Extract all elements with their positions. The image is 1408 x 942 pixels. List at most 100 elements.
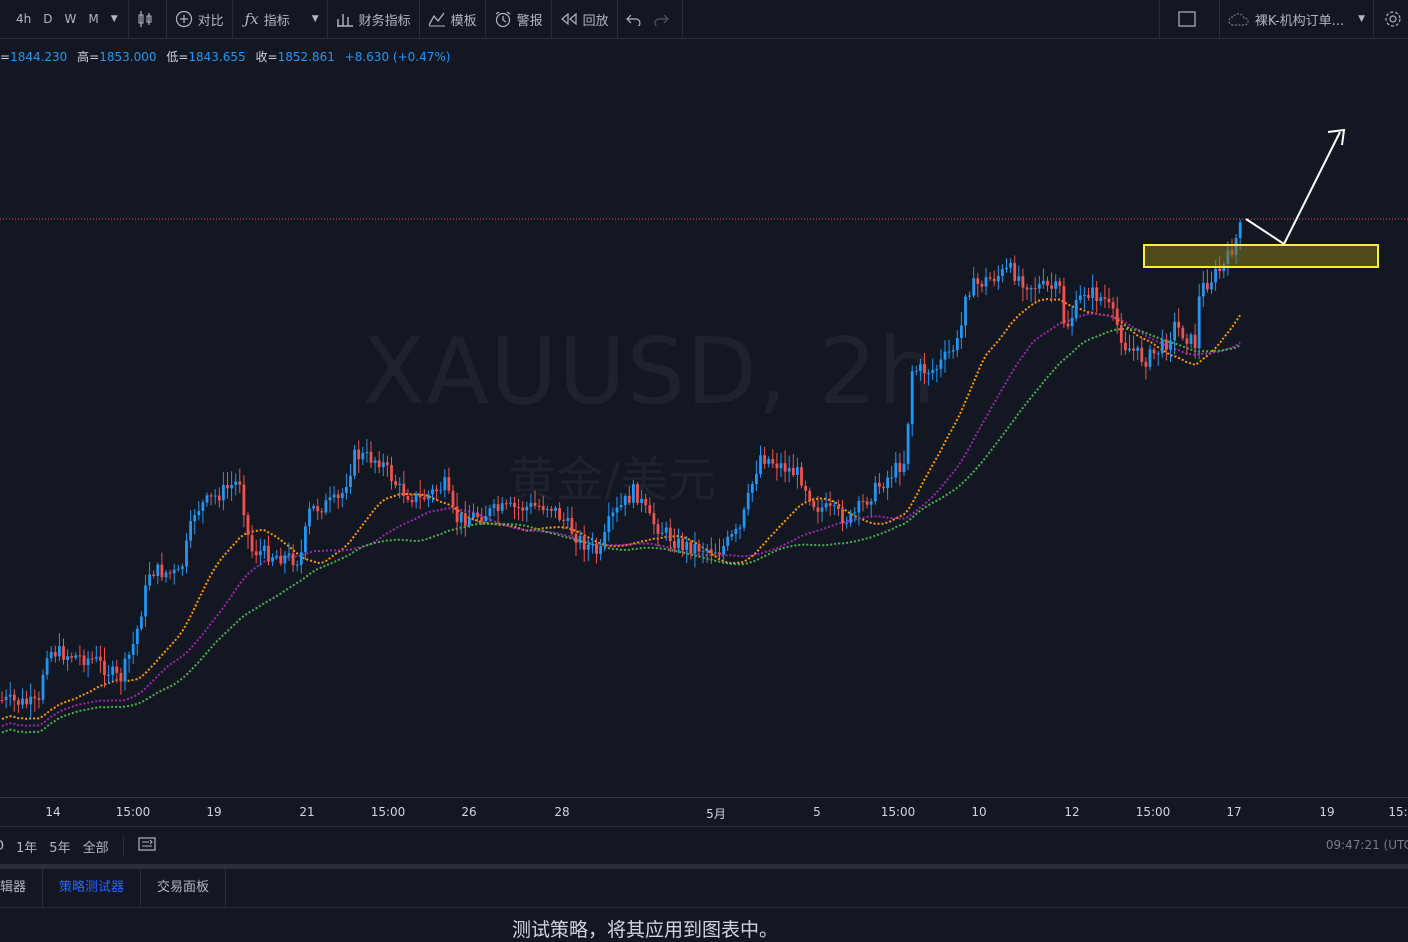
candle	[107, 665, 110, 684]
candle	[545, 505, 549, 518]
candle	[1033, 277, 1037, 302]
candle	[345, 473, 348, 500]
alert-button[interactable]: 警报	[486, 0, 551, 38]
range-all[interactable]: 全部	[83, 837, 109, 856]
candle	[927, 369, 930, 386]
candle	[529, 493, 533, 514]
candle	[898, 453, 902, 486]
tab-pine-editor[interactable]: 辑器	[0, 869, 44, 907]
candle	[857, 496, 861, 526]
candle	[1132, 335, 1135, 361]
candle	[878, 473, 881, 495]
settings-button[interactable]	[1374, 0, 1408, 38]
candle	[841, 500, 844, 532]
candle	[935, 364, 939, 383]
range-d[interactable]: D	[0, 839, 4, 854]
candle	[168, 569, 172, 580]
candle	[902, 450, 906, 477]
candle	[1144, 357, 1148, 380]
candle	[82, 649, 86, 673]
candle	[771, 449, 775, 468]
candle	[808, 487, 812, 506]
undo-button[interactable]	[618, 0, 682, 38]
candle	[861, 494, 865, 512]
timeframe-d[interactable]: D	[37, 12, 58, 26]
compare-button[interactable]: 对比	[167, 0, 232, 38]
candle	[230, 471, 233, 501]
templates-button[interactable]: 模板	[420, 0, 485, 38]
candle	[886, 470, 889, 500]
range-1y[interactable]: 1年	[16, 837, 37, 856]
candle	[1140, 338, 1144, 367]
candle	[99, 645, 102, 673]
candle	[566, 506, 570, 529]
timeframe-4h[interactable]: 4h	[0, 12, 37, 26]
tab-trading-panel[interactable]: 交易面板	[141, 869, 227, 907]
chevron-down-icon[interactable]: ▼	[1358, 14, 1365, 24]
candle	[213, 489, 217, 505]
tab-strategy-tester[interactable]: 策略测试器	[43, 869, 142, 907]
highlight-zone[interactable]	[1143, 244, 1379, 268]
candle	[427, 490, 430, 508]
time-axis[interactable]: 14 15:00 19 21 15:00 26 28 5月 5 15:00 10…	[0, 797, 1408, 826]
candle	[787, 455, 791, 483]
ma-slow-line	[1, 328, 1241, 734]
candle	[951, 345, 955, 359]
time-tick: 10	[971, 805, 987, 819]
candle	[361, 446, 365, 466]
layout-menu[interactable]: 裸K-机构订单... ▼	[1220, 0, 1373, 38]
time-tick: 15:	[1388, 805, 1408, 819]
indicators-button[interactable]: ƒx 指标 ▼	[233, 0, 327, 38]
time-tick: 14	[45, 805, 61, 819]
goto-date-icon[interactable]	[137, 836, 156, 856]
candle	[283, 550, 287, 574]
timeframe-w[interactable]: W	[59, 12, 83, 26]
candle	[517, 498, 520, 521]
candle	[869, 498, 873, 517]
candle	[607, 502, 611, 542]
redo-icon[interactable]	[653, 12, 669, 26]
candle	[271, 553, 274, 566]
candle	[1025, 284, 1029, 300]
financials-button[interactable]: 财务指标	[328, 0, 419, 38]
candle	[447, 467, 451, 494]
candle	[258, 538, 262, 566]
candle	[58, 633, 61, 662]
top-toolbar: 4h D W M ▼ 对比 ƒx 指标 ▼ 财务指标 模板 警报 回放 裸K-机…	[0, 0, 1408, 39]
candle	[209, 492, 213, 506]
time-tick: 15:00	[1135, 805, 1171, 819]
clock[interactable]: 09:47:21 (UTC	[1326, 838, 1408, 852]
candle	[21, 688, 24, 709]
candle	[12, 689, 16, 712]
candle	[775, 453, 779, 481]
projection-arrow[interactable]	[1245, 131, 1341, 246]
candle	[558, 502, 561, 523]
time-tick: 28	[554, 805, 570, 819]
candle	[357, 440, 361, 473]
chart-type-button[interactable]	[129, 0, 166, 38]
candle	[1037, 275, 1041, 294]
candle	[242, 475, 246, 528]
replay-button[interactable]: 回放	[552, 0, 617, 38]
candle	[865, 496, 869, 509]
candle	[267, 535, 270, 566]
candle	[820, 499, 824, 522]
fullscreen-button[interactable]	[1160, 0, 1219, 38]
candle	[837, 499, 840, 517]
candle	[320, 508, 324, 520]
chevron-down-icon[interactable]: ▼	[312, 14, 319, 24]
candle	[1169, 332, 1172, 362]
candle	[1021, 268, 1025, 302]
candle	[1160, 329, 1164, 358]
range-5y[interactable]: 5年	[49, 837, 70, 856]
candle	[37, 691, 41, 709]
chevron-down-icon[interactable]: ▼	[111, 14, 118, 24]
candle	[74, 652, 78, 661]
candle	[767, 456, 771, 468]
candle	[976, 272, 980, 298]
candle	[492, 499, 496, 517]
timeframe-m[interactable]: M	[82, 12, 104, 26]
candle	[353, 445, 356, 480]
price-chart[interactable]	[0, 38, 1408, 797]
candle	[955, 330, 959, 358]
